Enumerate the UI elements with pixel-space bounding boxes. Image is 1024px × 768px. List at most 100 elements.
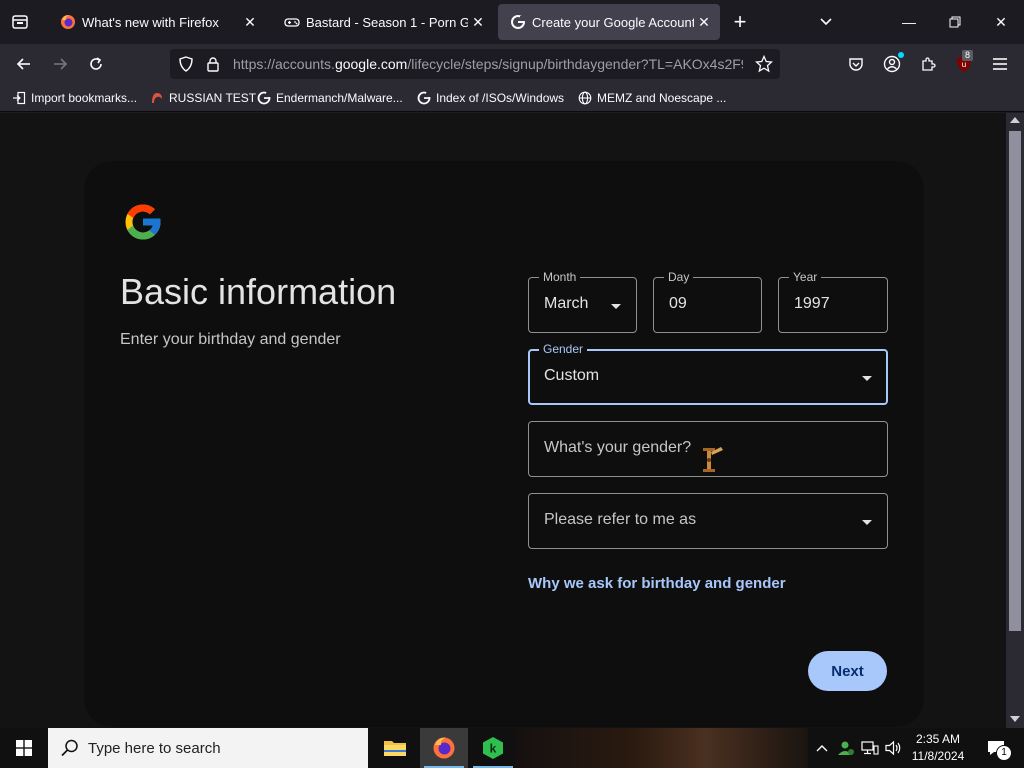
taskbar-clock[interactable]: 2:35 AM 11/8/2024 [906,731,970,765]
close-tab-icon[interactable]: ✕ [240,12,260,32]
close-tab-icon[interactable]: ✕ [468,12,488,32]
google-logo-icon [122,201,164,248]
bookmark-index-isos[interactable]: Index of /ISOs/Windows [417,89,564,107]
month-label: Month [539,270,581,284]
show-hidden-icons-chevron-icon[interactable] [812,738,832,758]
next-button[interactable]: Next [808,651,887,691]
close-window-button[interactable]: ✕ [978,0,1024,44]
windows-logo-icon [16,740,32,756]
tab-title: Create your Google Account [532,14,694,30]
gender-select[interactable]: Gender Custom [528,342,888,405]
scroll-down-icon[interactable] [1010,716,1020,722]
extension-badge: 8 [962,50,974,61]
user-tray-icon[interactable] [836,738,856,758]
k-app-icon: k [483,737,503,759]
scrollbar-thumb[interactable] [1009,131,1021,631]
tab-google-account[interactable]: Create your Google Account ✕ [498,4,720,40]
action-center-button[interactable]: 1 [976,728,1016,768]
network-icon[interactable] [860,738,880,758]
page-subtitle: Enter your birthday and gender [120,331,341,348]
bookmark-memz-noescape[interactable]: MEMZ and Noescape ... [578,89,726,107]
minimize-button[interactable]: — [886,0,932,44]
bookmark-import[interactable]: Import bookmarks... [12,89,137,107]
restore-icon [949,16,961,28]
url-text[interactable]: https://accounts.google.com/lifecycle/st… [233,56,743,72]
tab-title: What's new with Firefox [82,14,219,30]
search-placeholder: Type here to search [88,740,221,757]
tab-firefox-whats-new[interactable]: What's new with Firefox ✕ [48,4,266,40]
taskbar-search-box[interactable]: Type here to search [48,728,368,768]
page-scrollbar[interactable] [1006,113,1024,728]
bookmark-endermanch-malware[interactable]: Endermanch/Malware... [257,89,403,107]
firefox-view-icon [12,15,28,29]
tab-title: Bastard - Season 1 - Porn Game [306,14,468,30]
pronoun-placeholder: Please refer to me as [544,511,697,528]
back-button[interactable] [8,48,40,80]
shield-icon[interactable] [178,56,194,77]
page-viewport: Basic information Enter your birthday an… [0,113,1006,728]
scroll-up-icon[interactable] [1010,117,1020,123]
year-field[interactable]: Year 1997 [778,270,888,333]
new-tab-button[interactable]: + [724,6,756,38]
site-icon [150,91,164,105]
notification-count-badge: 1 [996,745,1012,761]
year-label: Year [789,270,822,284]
puzzle-icon [922,57,936,71]
google-icon [417,91,431,105]
forward-arrow-icon [54,58,68,70]
firefox-icon [60,14,76,30]
taskbar-app-k[interactable]: k [469,728,517,768]
close-icon: ✕ [995,13,1007,30]
firefox-view-button[interactable] [4,6,36,38]
pocket-button[interactable] [840,48,872,80]
sync-dot [898,52,904,58]
restore-button[interactable] [932,0,978,44]
bookmark-label: Endermanch/Malware... [276,91,403,105]
why-we-ask-link[interactable]: Why we ask for birthday and gender [528,575,786,592]
firefox-icon [433,737,455,759]
day-field[interactable]: Day 09 [653,270,762,333]
bookmark-label: Import bookmarks... [31,91,138,105]
bookmark-star-icon[interactable] [754,54,774,78]
hamburger-menu-icon [993,58,1007,70]
menu-button[interactable] [984,48,1016,80]
close-tab-icon[interactable]: ✕ [694,12,714,32]
folder-icon [384,741,406,756]
month-select[interactable]: Month March [528,270,637,333]
address-bar[interactable]: https://accounts.google.com/lifecycle/st… [170,49,780,79]
start-button[interactable] [0,728,48,768]
back-arrow-icon [16,58,30,70]
lock-icon[interactable] [206,56,220,77]
custom-gender-field[interactable]: What's your gender? [528,421,888,477]
google-icon [510,14,526,30]
ublock-origin-button[interactable]: u 8 [948,48,980,80]
bookmark-russian-test[interactable]: RUSSIAN TEST [150,89,256,107]
gender-label: Gender [539,342,588,356]
reload-button[interactable] [80,48,112,80]
taskbar-file-explorer[interactable] [371,728,419,768]
chevron-down-icon [820,18,832,26]
year-value: 1997 [794,295,830,312]
forward-button[interactable] [44,48,76,80]
tab-strip: What's new with Firefox ✕ Bastard - Seas… [0,0,1024,44]
tab-bastard-season[interactable]: Bastard - Season 1 - Porn Game ✕ [272,4,494,40]
import-icon [12,91,26,105]
gender-value: Custom [544,367,600,384]
list-all-tabs-button[interactable] [810,6,842,38]
extensions-button[interactable] [912,48,944,80]
volume-icon[interactable] [884,738,904,758]
reload-icon [90,57,102,70]
svg-text:k: k [490,742,497,756]
pocket-icon [849,58,863,71]
page-title: Basic information [120,271,397,312]
clock-date: 11/8/2024 [911,749,965,763]
url-prefix: https://accounts. [233,56,335,72]
taskbar-firefox[interactable] [420,728,468,768]
account-icon [883,55,901,73]
month-value: March [544,295,589,312]
account-button[interactable] [876,48,908,80]
dropdown-arrow-icon [862,520,872,525]
pronoun-select[interactable]: Please refer to me as [528,493,888,549]
gamepad-icon [284,14,300,30]
dropdown-arrow-icon [611,304,621,309]
